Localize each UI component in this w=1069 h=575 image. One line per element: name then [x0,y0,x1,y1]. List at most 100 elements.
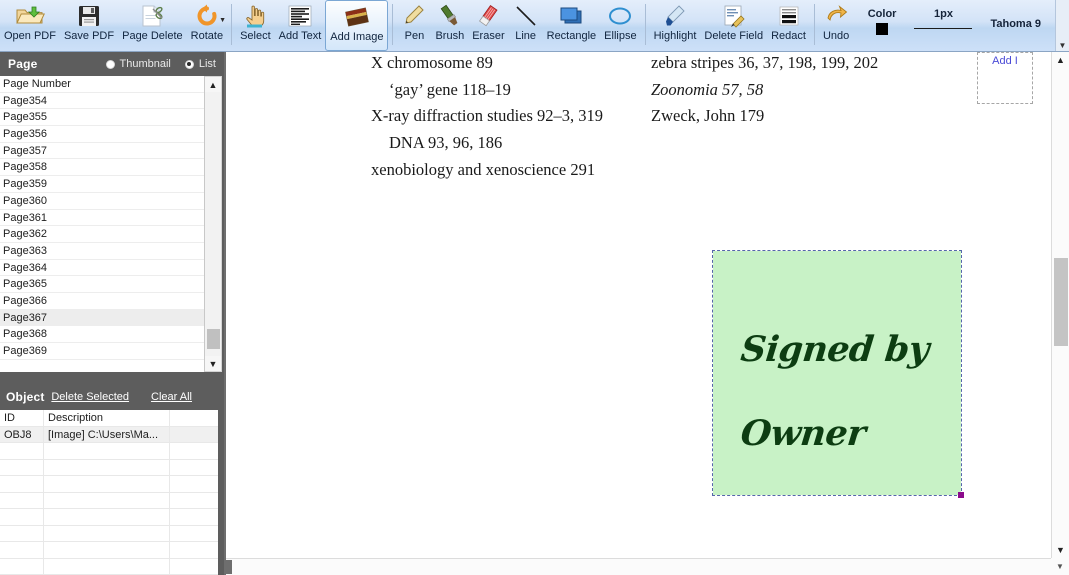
undo-label: Undo [822,30,850,42]
page-list-item[interactable]: Page357 [0,143,204,160]
rectangle-button[interactable]: Rectangle [543,0,601,51]
document-horizontal-scrollbar[interactable] [226,558,1051,575]
object-table-empty-row[interactable] [0,443,218,460]
undo-button[interactable]: Undo [819,0,853,51]
line-button[interactable]: Line [509,0,543,51]
main-toolbar: Open PDF Save PDF Page Delete Rotate ▼ S… [0,0,1069,52]
save-pdf-button[interactable]: Save PDF [60,0,118,51]
redact-button[interactable]: Redact [767,0,810,51]
page-list-item[interactable]: Page364 [0,260,204,277]
chevron-down-icon[interactable]: ▼ [1059,42,1067,50]
cell [0,525,44,541]
page-view-list-option[interactable]: List [184,58,216,70]
page-list-item[interactable]: Page361 [0,210,204,227]
object-row-extra [170,427,218,443]
cell [44,443,170,459]
pen-button[interactable]: Pen [397,0,431,51]
scroll-up-icon[interactable]: ▲ [1052,52,1069,68]
color-label: Color [867,8,897,20]
delete-selected-link[interactable]: Delete Selected [51,391,129,403]
font-picker[interactable]: Tahoma 9 [990,18,1041,30]
page-delete-button[interactable]: Page Delete [118,0,187,51]
page-list-scrollbar[interactable]: ▲ ▼ [205,76,222,372]
object-table-empty-row[interactable] [0,459,218,476]
page-list-item[interactable]: Page359 [0,176,204,193]
page-list-item[interactable]: Page363 [0,243,204,260]
page-list-scroll-thumb[interactable] [207,329,220,349]
page-list-item[interactable]: Page365 [0,276,204,293]
placed-image-object[interactable]: Signed by Owner [712,250,964,498]
page-panel-title: Page [8,57,38,71]
rotate-button[interactable]: Rotate ▼ [187,0,227,51]
object-table-empty-row[interactable] [0,476,218,493]
toolbar-overflow-scroll[interactable]: ▼ [1055,0,1069,51]
add-image-hint-box[interactable]: Add I [977,52,1033,104]
redact-icon [777,3,801,29]
index-entry: Zweck, John 179 [651,106,765,126]
document-viewer[interactable]: X chromosome 89 ‘gay’ gene 118–19 X-ray … [224,52,1069,575]
delete-field-button[interactable]: Delete Field [700,0,767,51]
page-list-item[interactable]: Page362 [0,226,204,243]
cell [0,459,44,475]
toolbar-separator [231,4,233,45]
pdf-page-canvas[interactable]: X chromosome 89 ‘gay’ gene 118–19 X-ray … [226,52,1051,558]
page-list-item[interactable]: Page356 [0,126,204,143]
page-view-list-label: List [198,58,216,70]
page-view-thumbnail-option[interactable]: Thumbnail [105,58,171,70]
index-column-left: X chromosome 89 ‘gay’ gene 118–19 X-ray … [371,52,603,184]
scroll-down-icon[interactable]: ▼ [205,356,221,371]
object-table-empty-row[interactable] [0,525,218,542]
page-list-item[interactable]: Page360 [0,193,204,210]
ellipse-icon [607,3,633,29]
resize-handle[interactable] [958,492,964,498]
radio-filled-icon[interactable] [105,59,115,69]
pen-label: Pen [404,30,425,42]
page-list-item[interactable]: Page355 [0,109,204,127]
cell [44,525,170,541]
page-list-item[interactable]: Page368 [0,326,204,343]
page-list-item[interactable]: Page366 [0,293,204,310]
object-table-row[interactable]: OBJ8 [Image] C:\Users\Ma... [0,426,218,443]
add-image-button[interactable]: Add Image [325,0,389,51]
brush-button[interactable]: Brush [431,0,468,51]
line-width-label: 1px [933,8,953,20]
document-vscroll-thumb[interactable] [1054,258,1068,346]
color-picker[interactable]: Color [867,8,897,35]
line-width-picker[interactable]: 1px [914,8,973,29]
chevron-down-icon[interactable]: ▼ [1056,562,1064,571]
object-table[interactable]: ID Description OBJ8 [Image] C:\Users\Ma.… [0,410,221,575]
document-vertical-scrollbar[interactable]: ▲ ▼ [1051,52,1069,558]
delete-field-label: Delete Field [704,30,764,42]
scroll-down-icon[interactable]: ▼ [1052,542,1069,558]
chevron-down-icon[interactable]: ▼ [219,17,226,24]
page-list-item[interactable]: Page358 [0,159,204,177]
page-list[interactable]: Page Number Page354 Page355 Page356 Page… [0,76,205,372]
radio-selected-icon[interactable] [184,59,194,69]
object-table-empty-row[interactable] [0,558,218,575]
eraser-icon [477,3,499,29]
clear-all-link[interactable]: Clear All [151,391,192,403]
ellipse-button[interactable]: Ellipse [600,0,640,51]
scroll-up-icon[interactable]: ▲ [205,77,221,92]
add-text-button[interactable]: Add Text [275,0,326,51]
page-list-item[interactable]: Page369 [0,343,204,360]
highlight-button[interactable]: Highlight [650,0,701,51]
select-label: Select [240,30,271,42]
object-table-empty-row[interactable] [0,509,218,526]
cell [170,559,218,575]
pdf-editor-window: Open PDF Save PDF Page Delete Rotate ▼ S… [0,0,1069,575]
brush-label: Brush [435,30,465,42]
cell [0,443,44,459]
object-table-empty-row[interactable] [0,492,218,509]
eraser-button[interactable]: Eraser [468,0,508,51]
page-list-item-selected[interactable]: Page367 [0,309,204,327]
color-swatch[interactable] [876,23,889,35]
select-button[interactable]: Select [236,0,275,51]
object-table-empty-row[interactable] [0,542,218,559]
add-text-icon [288,3,312,29]
page-list-item[interactable]: Page354 [0,93,204,110]
object-panel-actions: Delete Selected Clear All [51,391,218,403]
open-pdf-button[interactable]: Open PDF [0,0,60,51]
page-list-column-header: Page Number [0,76,204,93]
document-hscroll-thumb[interactable] [226,560,232,574]
